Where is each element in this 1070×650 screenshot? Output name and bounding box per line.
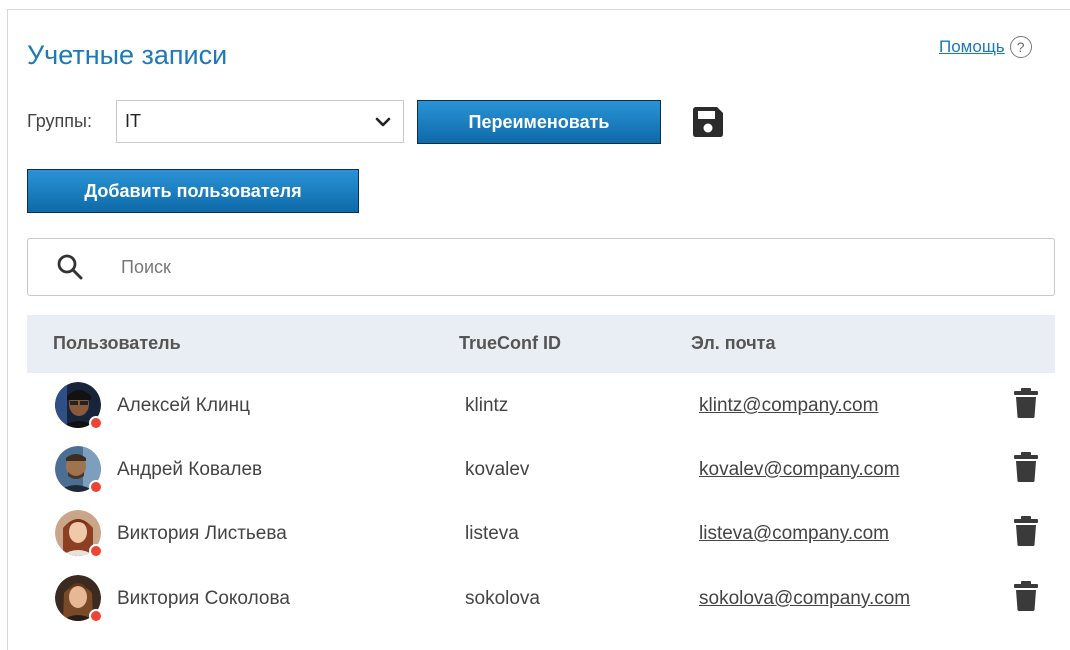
status-offline-indicator [89, 480, 103, 494]
search-input[interactable] [119, 255, 923, 279]
trash-icon[interactable] [1012, 515, 1040, 547]
user-trueconf-id: sokolova [465, 588, 540, 609]
chevron-down-icon [363, 117, 403, 127]
status-offline-indicator [89, 416, 103, 430]
page-title: Учетные записи [27, 40, 228, 70]
floppy-disk-icon[interactable] [690, 104, 726, 140]
table-row: Алексей Клинц klintz klintz@company.com [27, 373, 1055, 437]
groups-select[interactable]: IT [116, 100, 404, 143]
user-email-link[interactable]: listeva@company.com [699, 523, 889, 545]
help-link[interactable]: Помощь [939, 37, 1005, 57]
question-circle-icon[interactable]: ? [1009, 36, 1032, 58]
user-email-link[interactable]: sokolova@company.com [699, 588, 910, 610]
user-name: Алексей Клинц [117, 395, 250, 416]
user-trueconf-id: listeva [465, 523, 519, 544]
table-row: Виктория Листьева listeva listeva@compan… [27, 501, 1055, 565]
column-header-user[interactable]: Пользователь [53, 333, 181, 354]
trash-icon[interactable] [1012, 580, 1040, 612]
trash-icon[interactable] [1012, 387, 1040, 419]
status-offline-indicator [89, 609, 103, 623]
table-header: Пользователь TrueConf ID Эл. почта [27, 315, 1055, 373]
column-header-email[interactable]: Эл. почта [691, 333, 776, 354]
search-icon [55, 252, 85, 282]
user-name: Андрей Ковалев [117, 459, 263, 480]
column-header-trueconf-id[interactable]: TrueConf ID [459, 333, 561, 354]
user-name: Виктория Соколова [117, 588, 290, 609]
groups-select-value: IT [125, 111, 141, 131]
help-link-group[interactable]: Помощь ? [939, 36, 1032, 58]
trash-icon[interactable] [1012, 451, 1040, 483]
groups-label: Группы: [27, 111, 92, 131]
user-email-link[interactable]: kovalev@company.com [699, 459, 900, 481]
add-user-button[interactable]: Добавить пользователя [27, 169, 359, 213]
user-email-link[interactable]: klintz@company.com [699, 395, 878, 417]
user-trueconf-id: klintz [465, 395, 509, 416]
user-name: Виктория Листьева [117, 523, 287, 544]
table-row: Андрей Ковалев kovalev kovalev@company.c… [27, 437, 1055, 501]
user-trueconf-id: kovalev [465, 459, 530, 480]
search-box[interactable] [27, 238, 1055, 296]
rename-button[interactable]: Переименовать [417, 100, 661, 144]
table-row: Виктория Соколова sokolova sokolova@comp… [27, 566, 1055, 630]
status-offline-indicator [89, 544, 103, 558]
